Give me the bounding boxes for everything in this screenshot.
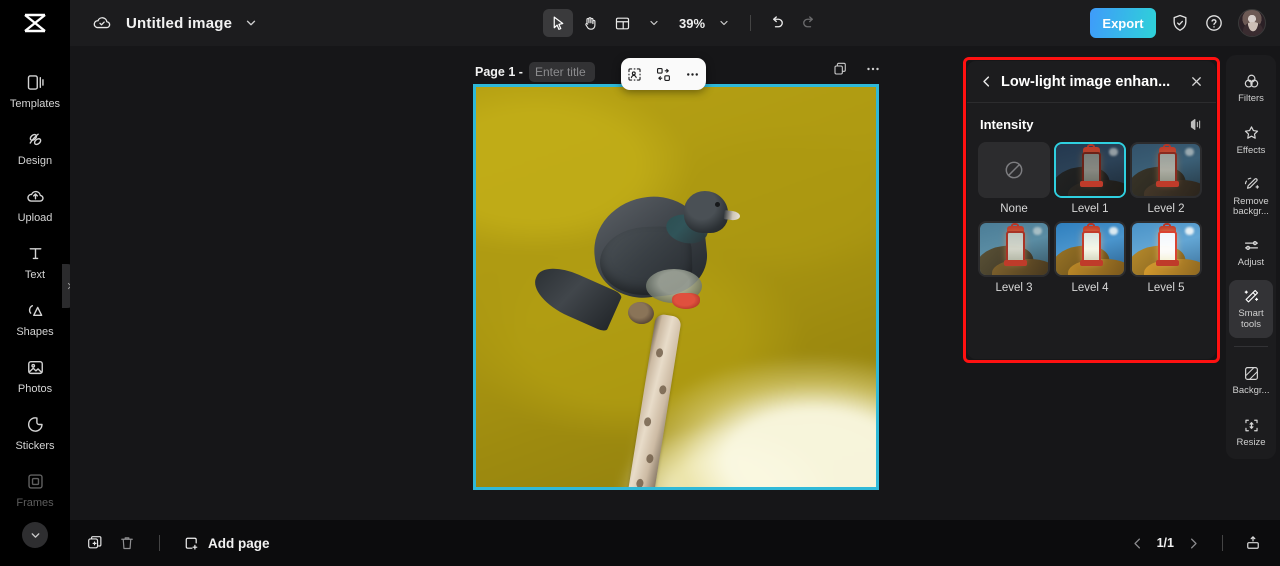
right-item-label: Adjust (1237, 257, 1265, 269)
right-item-filters[interactable]: Filters (1229, 63, 1273, 113)
page-indicator: 1/1 (1156, 536, 1174, 550)
sidebar-item-templates[interactable]: Templates (0, 62, 70, 119)
panel-highlight-box (963, 57, 1220, 363)
question-circle-icon[interactable] (1204, 13, 1224, 33)
sidebar-item-frames[interactable]: Frames (0, 461, 70, 518)
add-page-label: Add page (208, 535, 270, 551)
add-page-button[interactable]: Add page (183, 535, 270, 552)
add-page-icon (183, 535, 200, 552)
undo-icon[interactable] (762, 9, 792, 37)
right-item-label: Backgr... (1232, 384, 1270, 396)
cutout-icon[interactable] (626, 66, 643, 83)
duplicate-icon[interactable] (86, 534, 104, 552)
right-item-label: Filters (1238, 92, 1264, 104)
page-navigation: 1/1 (1130, 534, 1280, 552)
document-title[interactable]: Untitled image (126, 15, 232, 32)
zoom-level-value: 39% (679, 15, 706, 31)
right-item-effects[interactable]: Effects (1229, 115, 1273, 165)
page-number-label: Page 1 - (475, 65, 523, 79)
sidebar-item-stickers[interactable]: Stickers (0, 404, 70, 461)
replace-image-icon[interactable] (655, 66, 672, 83)
divider (1222, 535, 1223, 551)
photo-bird-feet (672, 293, 700, 309)
page-more-icon[interactable] (864, 60, 882, 78)
divider (159, 535, 160, 551)
capcut-editor-window: Untitled image 39% Export Templates Desi… (0, 0, 1280, 566)
layout-dropdown-caret[interactable] (639, 9, 669, 37)
layout-panel-icon[interactable] (607, 9, 637, 37)
sidebar-item-label: Photos (17, 382, 53, 395)
zoom-dropdown-caret[interactable] (709, 9, 739, 37)
ellipsis-icon[interactable] (684, 66, 701, 83)
sidebar-item-label: Frames (16, 496, 54, 509)
duplicate-page-icon[interactable] (832, 61, 848, 77)
bottom-left-actions: Add page (70, 534, 270, 552)
shield-check-icon[interactable] (1170, 13, 1190, 33)
bottom-bar: Add page 1/1 (70, 520, 1280, 566)
trash-icon[interactable] (118, 534, 136, 552)
redo-icon[interactable] (794, 9, 824, 37)
avatar[interactable] (1238, 9, 1266, 37)
export-tray-icon[interactable] (1244, 534, 1262, 552)
right-sidebar: Filters Effects Remove backgr... Adjust … (1226, 55, 1276, 459)
export-button[interactable]: Export (1090, 8, 1156, 38)
prev-page-button[interactable] (1130, 536, 1145, 551)
right-item-resize[interactable]: Resize (1229, 407, 1273, 457)
sidebar-item-photos[interactable]: Photos (0, 347, 70, 404)
top-right-actions: Export (1090, 0, 1266, 46)
hand-icon[interactable] (575, 9, 605, 37)
page-label-group: Page 1 - (475, 62, 595, 82)
selection-float-toolbar (621, 58, 706, 90)
right-item-smart-tools[interactable]: Smart tools (1229, 279, 1273, 338)
chevron-down-icon[interactable] (22, 522, 48, 548)
sidebar-item-label: Text (24, 268, 46, 281)
chevron-down-icon[interactable] (244, 16, 258, 30)
photo-bird-head (684, 191, 728, 233)
page-title-input[interactable] (528, 62, 595, 82)
photo-bird-eye (715, 202, 720, 207)
sidebar-item-label: Design (17, 154, 53, 167)
capcut-logo-icon[interactable] (0, 0, 70, 46)
page-actions (832, 60, 882, 78)
sidebar-item-label: Stickers (15, 439, 55, 452)
right-item-label: Effects (1236, 145, 1266, 157)
cloud-saved-icon (92, 13, 112, 33)
right-item-adjust[interactable]: Adjust (1229, 227, 1273, 277)
left-sidebar: Templates Design Upload Text Shapes Phot… (0, 46, 70, 566)
zoom-control[interactable]: 39% (675, 9, 739, 37)
sidebar-item-upload[interactable]: Upload (0, 176, 70, 233)
cursor-arrow-icon[interactable] (543, 9, 573, 37)
sidebar-item-label: Upload (17, 211, 53, 224)
sidebar-item-label: Shapes (16, 325, 54, 338)
divider (1234, 345, 1268, 347)
sidebar-item-design[interactable]: Design (0, 119, 70, 176)
sidebar-item-text[interactable]: Text (0, 233, 70, 290)
top-bar: Untitled image 39% Export (0, 0, 1280, 46)
next-page-button[interactable] (1186, 536, 1201, 551)
right-item-label: Remove backgr... (1233, 196, 1269, 218)
canvas-photo-pigeon[interactable] (476, 87, 876, 487)
sidebar-item-label: Templates (9, 97, 61, 110)
sidebar-item-shapes[interactable]: Shapes (0, 290, 70, 347)
right-item-remove-background[interactable]: Remove backgr... (1229, 167, 1273, 225)
right-item-label: Smart tools (1238, 308, 1264, 330)
right-item-background[interactable]: Backgr... (1229, 355, 1273, 405)
divider (750, 15, 752, 31)
canvas-tool-group: 39% (543, 0, 824, 46)
artboard-selected[interactable] (473, 84, 879, 490)
right-item-label: Resize (1236, 436, 1266, 448)
